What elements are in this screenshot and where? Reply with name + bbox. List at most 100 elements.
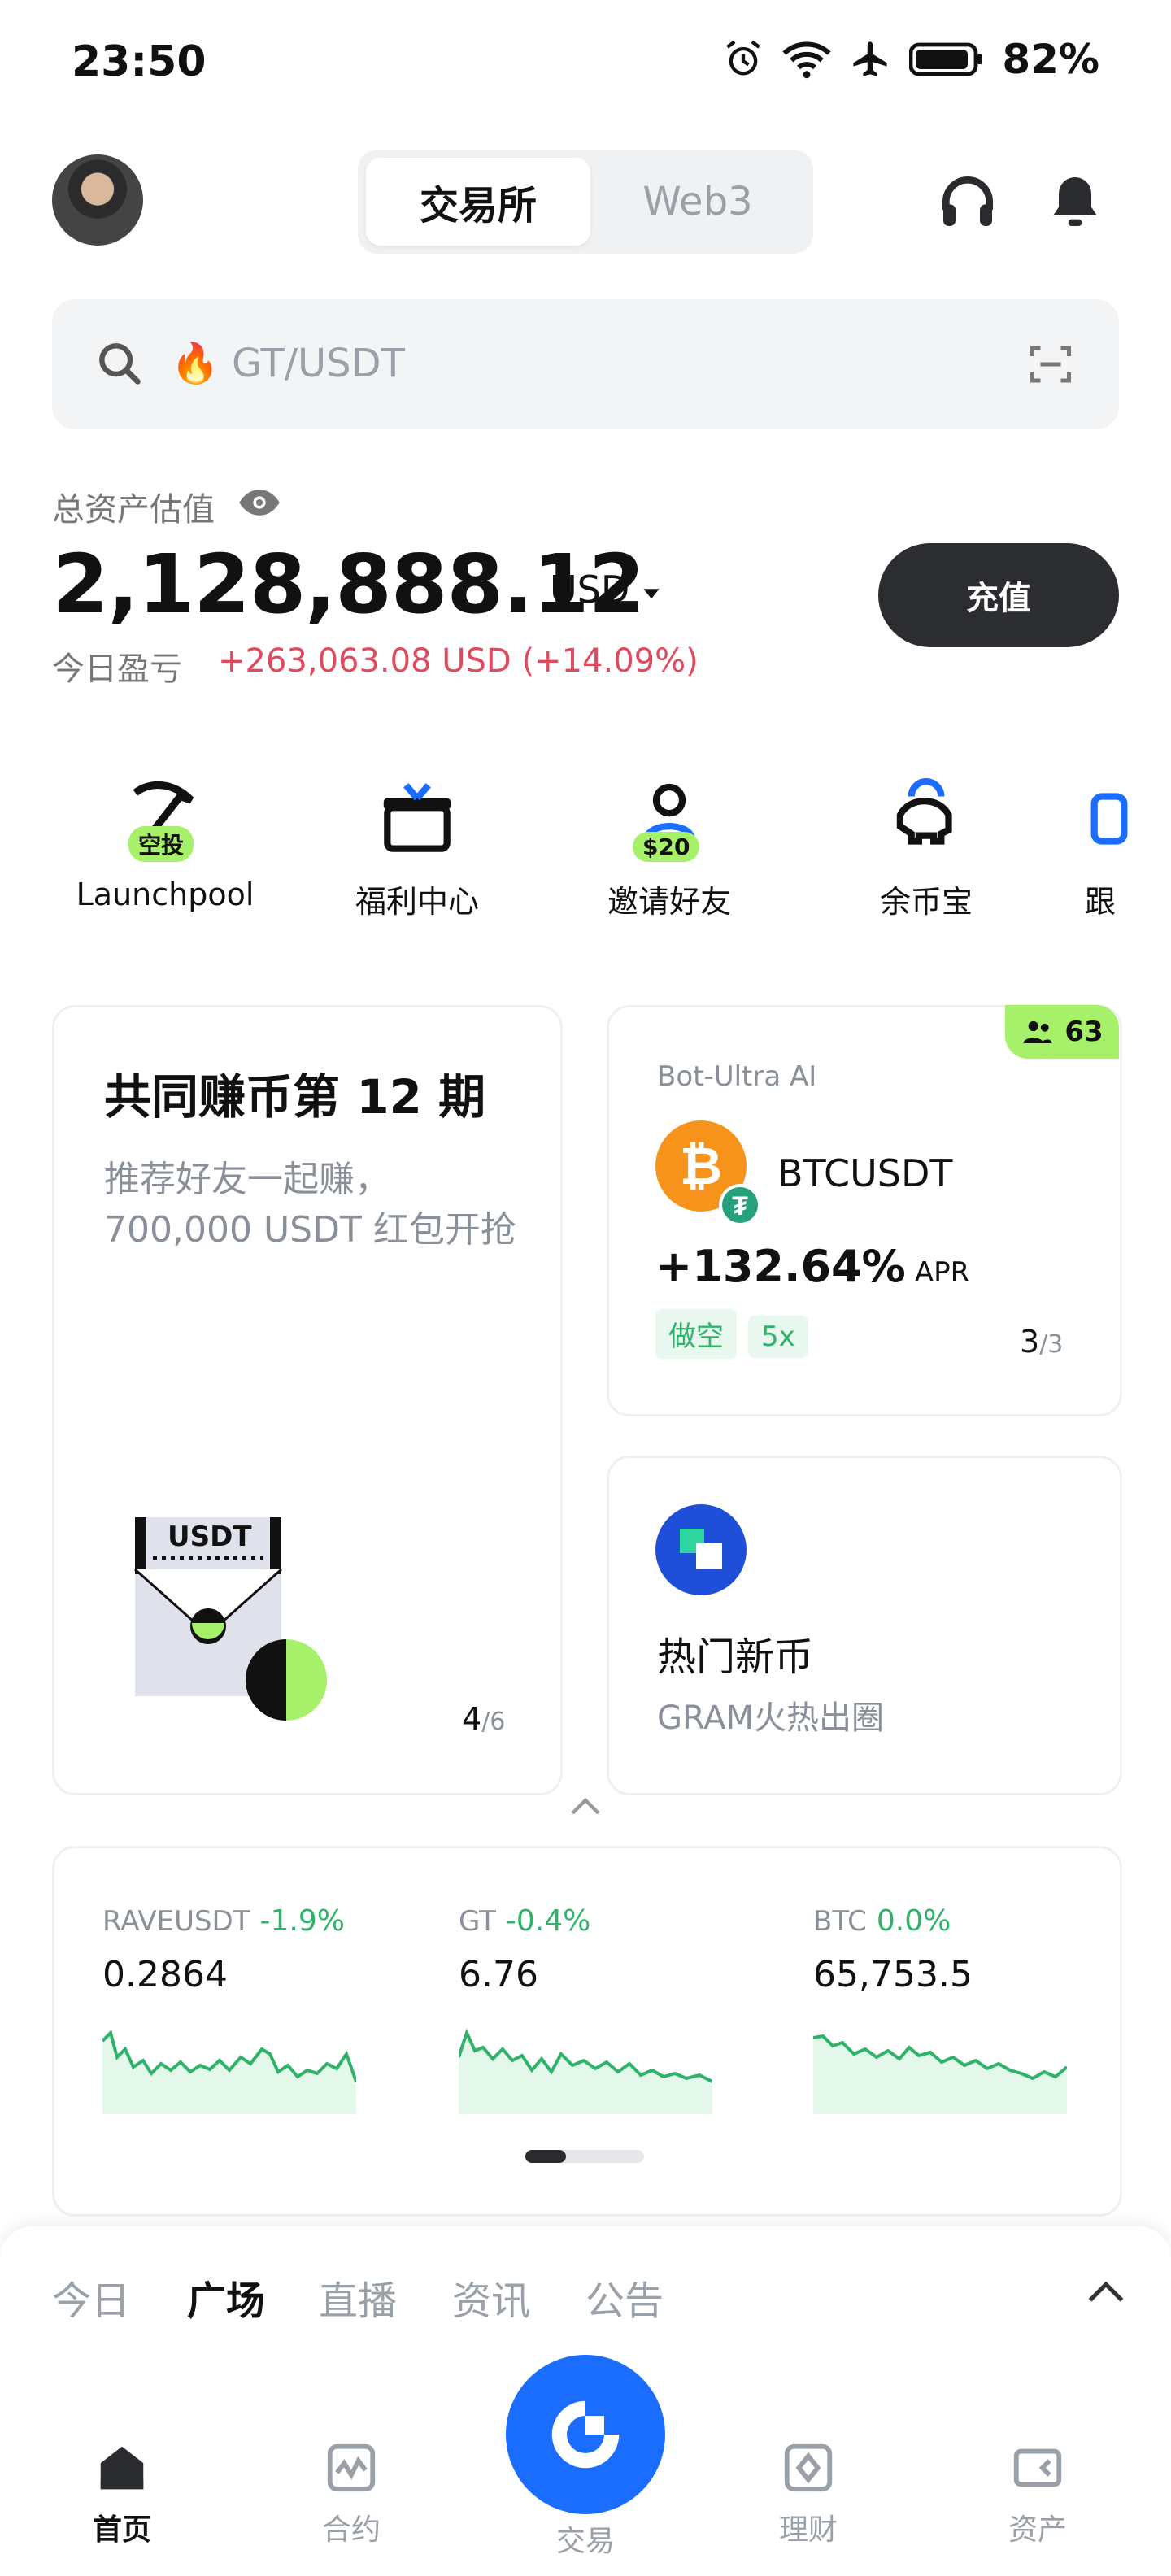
- feed-tab-news[interactable]: 资讯: [452, 2269, 530, 2326]
- headset-icon[interactable]: [935, 169, 1000, 234]
- bot-label: Bot-Ultra AI: [657, 1060, 817, 1093]
- nav-home[interactable]: 首页: [41, 2439, 203, 2548]
- bonus-badge: $20: [633, 832, 700, 862]
- bot-users-count: 63: [1064, 1016, 1104, 1048]
- quick-action-rewards[interactable]: 福利中心: [324, 774, 511, 921]
- svg-text:₮: ₮: [732, 1191, 748, 1221]
- pager-total: /3: [1039, 1330, 1064, 1359]
- new-coins-subtitle: GRAM火热出圈: [657, 1699, 885, 1737]
- promo-pager: 4/6: [462, 1701, 505, 1737]
- bot-users-badge: 63: [1005, 1005, 1119, 1059]
- nav-futures[interactable]: 合约: [270, 2439, 433, 2548]
- sparkline-btc: [813, 2034, 1067, 2114]
- scan-icon[interactable]: [1026, 340, 1075, 389]
- market-pager: [525, 2150, 644, 2163]
- market-change: -0.4%: [505, 1904, 591, 1938]
- alarm-icon: [726, 40, 761, 76]
- wallet-icon: [1013, 2448, 1062, 2487]
- market-symbol: BTC: [813, 1905, 867, 1938]
- bot-tag: 做空: [655, 1309, 737, 1359]
- market-symbol: GT: [459, 1905, 496, 1938]
- quick-action-invite[interactable]: $20 邀请好友: [576, 774, 763, 921]
- sparkline-gt: [459, 2028, 712, 2114]
- svg-text:₿: ₿: [680, 1137, 722, 1195]
- exchange-web3-switch: 交易所 Web3: [358, 150, 813, 254]
- quick-action-label: 邀请好友: [607, 884, 731, 920]
- wifi-icon: [782, 41, 831, 79]
- nav-assets[interactable]: 资产: [956, 2439, 1119, 2548]
- gift-icon: [372, 774, 462, 864]
- pager-current: 3: [1020, 1324, 1040, 1360]
- currency-label: USD: [550, 568, 630, 611]
- tab-web3[interactable]: Web3: [586, 158, 810, 246]
- invite-user-icon: $20: [625, 774, 714, 864]
- promo-title: 共同赚币第 12 期: [104, 1069, 486, 1125]
- earn-icon: [784, 2443, 833, 2492]
- status-icons: 82%: [722, 36, 1099, 83]
- market-price: 65,753.5: [813, 1954, 973, 1995]
- piggy-bank-icon: [882, 774, 971, 864]
- quick-action-launchpool[interactable]: 空投 Launchpool: [72, 774, 259, 912]
- avatar[interactable]: [52, 154, 143, 246]
- bot-apr-value: +132.64%: [655, 1241, 906, 1292]
- eye-icon[interactable]: [237, 486, 281, 519]
- nav-trade-label: 交易: [555, 2525, 615, 2558]
- feed-tab-announcements[interactable]: 公告: [586, 2269, 664, 2326]
- quick-action-label: 跟: [1085, 884, 1117, 920]
- copy-trade-icon: [1085, 774, 1134, 864]
- bot-pair: BTCUSDT: [777, 1151, 953, 1195]
- search-icon: [99, 343, 141, 385]
- market-item[interactable]: GT -0.4% 6.76: [459, 1904, 711, 1995]
- nav-earn[interactable]: 理财: [727, 2439, 890, 2548]
- nav-label: 合约: [321, 2513, 381, 2547]
- quick-action-label: 余币宝: [879, 884, 973, 920]
- expand-sheet-chevron-icon[interactable]: [1085, 2277, 1127, 2306]
- users-icon: [1023, 1020, 1052, 1043]
- total-assets-label: 总资产估值: [52, 491, 215, 529]
- status-time: 23:50: [72, 37, 207, 86]
- tab-exchange[interactable]: 交易所: [366, 158, 590, 246]
- currency-selector[interactable]: USD: [550, 568, 661, 611]
- feed-tab-live[interactable]: 直播: [319, 2269, 397, 2326]
- gate-logo-icon: [551, 2400, 620, 2469]
- trade-fab-button[interactable]: [506, 2355, 665, 2514]
- market-price: 0.2864: [102, 1954, 228, 1995]
- market-item[interactable]: BTC 0.0% 65,753.5: [813, 1904, 1065, 1995]
- nav-label: 首页: [92, 2513, 151, 2547]
- bell-icon[interactable]: [1043, 169, 1108, 234]
- market-price: 6.76: [459, 1954, 538, 1995]
- pnl-value: +263,063.08 USD (+14.09%): [218, 642, 699, 680]
- new-coins-title: 热门新币: [657, 1634, 814, 1680]
- airdrop-badge: 空投: [128, 826, 194, 862]
- market-pager-indicator: [525, 2150, 566, 2163]
- bitcoin-tether-icon: ₿ ₮: [655, 1120, 761, 1226]
- futures-chart-icon: [327, 2443, 376, 2492]
- promo-subtitle-line: 700,000 USDT 红包开抢: [104, 1209, 516, 1251]
- market-change: -1.9%: [259, 1904, 345, 1938]
- quick-action-label: 福利中心: [355, 884, 479, 920]
- bot-apr: +132.64% APR: [655, 1241, 969, 1292]
- chevron-up-icon[interactable]: [566, 1794, 605, 1820]
- search-input[interactable]: 🔥 GT/USDT: [171, 340, 405, 386]
- sparkline-raveusdt: [102, 2030, 356, 2114]
- pnl-percent: (+14.09%): [521, 642, 699, 680]
- promo-subtitle: 推荐好友一起赚， 700,000 USDT 红包开抢: [104, 1155, 516, 1255]
- deposit-button[interactable]: 充值: [878, 543, 1119, 647]
- bot-tags: 做空 5x: [655, 1309, 820, 1359]
- feed-tab-square[interactable]: 广场: [187, 2269, 265, 2326]
- promo-subtitle-line: 推荐好友一起赚，: [104, 1159, 390, 1200]
- quick-action-savings[interactable]: 余币宝: [833, 774, 1020, 921]
- feed-tab-today[interactable]: 今日: [52, 2269, 130, 2326]
- caret-down-icon: [643, 589, 660, 599]
- pnl-amount: +263,063.08 USD: [218, 642, 511, 680]
- envelope-text: USDT: [168, 1521, 252, 1553]
- battery-icon: [909, 42, 983, 76]
- market-change: 0.0%: [876, 1904, 951, 1938]
- quick-action-copy-trading[interactable]: 跟: [1085, 774, 1171, 921]
- bot-apr-label: APR: [914, 1256, 970, 1289]
- new-coin-logo-icon: [655, 1504, 747, 1595]
- market-item[interactable]: RAVEUSDT -1.9% 0.2864: [102, 1904, 355, 1995]
- pnl-label: 今日盈亏: [52, 651, 182, 688]
- pager-current: 4: [462, 1701, 482, 1737]
- battery-percent: 82%: [1002, 36, 1099, 83]
